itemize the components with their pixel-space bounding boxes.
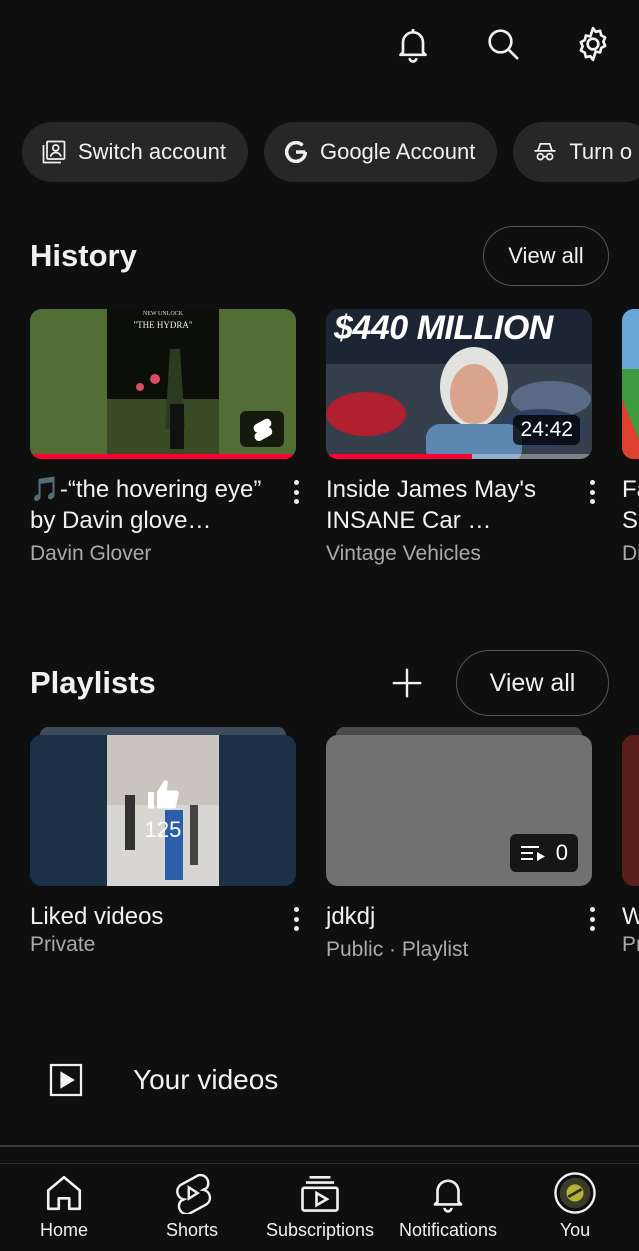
home-icon [46, 1175, 82, 1211]
thumbnail-caption: $440 MILLION [334, 309, 553, 347]
duration-badge: 24:42 [513, 415, 580, 445]
search-icon[interactable] [481, 22, 525, 66]
your-videos-icon [49, 1063, 83, 1097]
playlist-meta-3: Pr [622, 933, 639, 956]
nav-subscriptions-label: Subscriptions [265, 1220, 375, 1240]
thumbnail-image [622, 309, 639, 459]
incognito-label: Turn o [569, 139, 633, 164]
playlist-title-1[interactable]: Liked videos [30, 901, 280, 932]
nav-you-label: You [559, 1220, 591, 1240]
google-g-icon [284, 140, 308, 164]
avatar [554, 1172, 596, 1214]
watch-progress-bar [30, 454, 296, 459]
incognito-icon [534, 142, 556, 161]
history-title-1[interactable]: 🎵-“the hovering eye” by Davin glove… [30, 474, 280, 536]
more-options-icon[interactable] [582, 478, 602, 506]
thumbnail-caption: "THE HYDRA" [133, 320, 193, 330]
nav-subscriptions[interactable]: Subscriptions [256, 1172, 384, 1241]
playlist-icon [520, 846, 545, 861]
nav-notifications-label: Notifications [398, 1220, 498, 1240]
jdkdj-thumbnail[interactable]: 0 [326, 735, 592, 886]
playlist-meta-2: Public · Playlist [326, 938, 469, 961]
history-thumbnail-2[interactable]: $440 MILLION 24:42 [326, 309, 592, 459]
playlists-title: Playlists [30, 665, 156, 700]
nav-notifications[interactable]: Notifications [384, 1172, 512, 1241]
liked-count-overlay: 125 [30, 777, 296, 843]
incognito-chip[interactable]: Turn o [513, 122, 639, 182]
history-title: History [30, 238, 137, 273]
settings-gear-icon[interactable] [571, 22, 615, 66]
library-page: Switch account Google Account Turn o His… [0, 0, 639, 1251]
your-videos-row[interactable]: Your videos [0, 1045, 639, 1115]
nav-home-label: Home [39, 1220, 88, 1240]
nav-shorts[interactable]: Shorts [128, 1172, 256, 1241]
playlists-view-all-button[interactable]: View all [456, 650, 609, 716]
history-thumbnail-1[interactable]: NEW UNLOCK "THE HYDRA" [30, 309, 296, 459]
top-bar-actions [391, 22, 615, 66]
subscriptions-icon [301, 1175, 339, 1212]
playlist-thumbnail-3[interactable] [622, 735, 639, 886]
account-chips: Switch account Google Account Turn o [22, 122, 639, 182]
shorts-badge [240, 411, 284, 447]
history-title-2[interactable]: Inside James May's INSANE Car … [326, 474, 576, 536]
playlist-title-2[interactable]: jdkdj [326, 901, 576, 932]
divider [0, 1145, 639, 1147]
google-account-label: Google Account [319, 139, 476, 164]
playlist-count-badge: 0 [509, 834, 578, 872]
history-title-3[interactable]: Fa Sc [622, 474, 639, 536]
shorts-icon [253, 418, 273, 441]
thumbnail-caption-small: NEW UNLOCK [142, 311, 184, 317]
bottom-navigation: Home Shorts Subscriptions Notifications [0, 1163, 639, 1251]
google-account-chip[interactable]: Google Account [263, 122, 498, 182]
more-options-icon[interactable] [582, 905, 602, 933]
nav-you[interactable]: You [511, 1172, 639, 1241]
more-options-icon[interactable] [286, 905, 306, 933]
notifications-icon [433, 1179, 463, 1213]
history-channel-1: Davin Glover [30, 542, 152, 565]
history-channel-2: Vintage Vehicles [326, 542, 481, 565]
switch-account-icon [42, 140, 66, 164]
switch-account-label: Switch account [78, 139, 226, 164]
switch-account-chip[interactable]: Switch account [22, 122, 248, 182]
history-channel-3: Di [622, 542, 639, 565]
watch-progress-bar [326, 454, 473, 459]
notifications-bell-icon[interactable] [391, 22, 435, 66]
shorts-icon [176, 1173, 212, 1214]
your-videos-label: Your videos [133, 1064, 279, 1095]
add-playlist-icon[interactable] [388, 664, 426, 702]
more-options-icon[interactable] [286, 478, 306, 506]
nav-shorts-label: Shorts [165, 1220, 219, 1240]
history-thumbnail-3[interactable] [622, 309, 639, 459]
history-view-all-button[interactable]: View all [483, 226, 609, 286]
playlist-title-3[interactable]: W [622, 901, 639, 932]
liked-count: 125 [144, 817, 182, 842]
nav-home[interactable]: Home [0, 1172, 128, 1241]
thumbs-up-icon [148, 780, 179, 809]
playlist-count: 0 [555, 840, 568, 865]
liked-videos-thumbnail[interactable]: 125 [30, 735, 296, 886]
playlist-meta-1: Private [30, 933, 96, 956]
